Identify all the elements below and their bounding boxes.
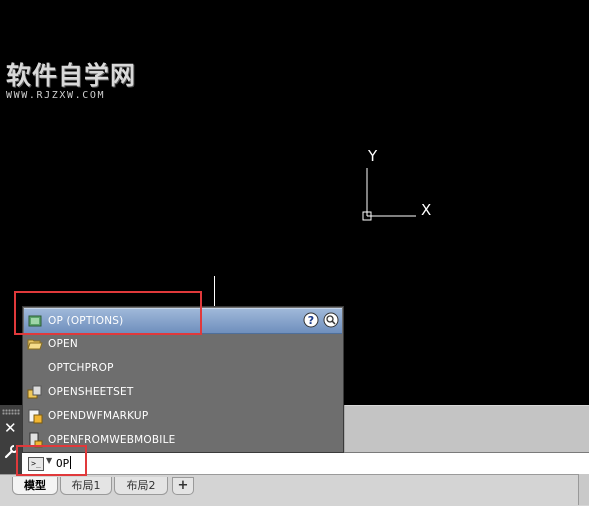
ucs-y-label: Y	[367, 147, 378, 165]
ucs-x-label: X	[421, 201, 431, 219]
autocomplete-item-label: OPTCHPROP	[48, 362, 114, 374]
autocomplete-item-label: OPENSHEETSET	[48, 386, 134, 398]
autocomplete-item-label: OPEN	[48, 338, 78, 350]
tab-bar-scrollbar[interactable]	[578, 474, 589, 505]
tab-layout2[interactable]: 布局2	[114, 477, 168, 495]
autocomplete-item-open[interactable]: OPEN	[24, 332, 342, 356]
tab-model[interactable]: 模型	[12, 477, 58, 495]
svg-text:?: ?	[308, 314, 314, 327]
highlight-box-options	[14, 291, 202, 335]
dwf-markup-icon	[28, 409, 43, 424]
layout-tab-bar: 模型 布局1 布局2 +	[0, 474, 589, 506]
command-history-area	[345, 405, 589, 452]
command-line-input[interactable]: >_ ▼ OP	[22, 452, 589, 475]
drag-grip-icon[interactable]	[2, 409, 20, 415]
sheetset-icon	[27, 385, 42, 399]
autocomplete-item-opensheetset[interactable]: OPENSHEETSET	[24, 380, 342, 404]
tab-layout1[interactable]: 布局1	[60, 477, 112, 495]
crosshair-cursor	[214, 276, 215, 306]
ucs-icon: Y X	[362, 147, 431, 221]
close-icon[interactable]: ✕	[4, 420, 17, 436]
internet-search-icon[interactable]	[323, 312, 339, 328]
autocomplete-item-label: OPENDWFMARKUP	[48, 410, 149, 422]
highlight-box-command	[16, 445, 87, 476]
folder-open-icon	[27, 339, 43, 350]
autocomplete-item-opendwfmarkup[interactable]: OPENDWFMARKUP	[24, 404, 342, 428]
add-layout-button[interactable]: +	[172, 477, 194, 495]
autocomplete-item-optchprop[interactable]: OPTCHPROP	[24, 356, 342, 380]
help-icon[interactable]: ?	[303, 312, 319, 328]
